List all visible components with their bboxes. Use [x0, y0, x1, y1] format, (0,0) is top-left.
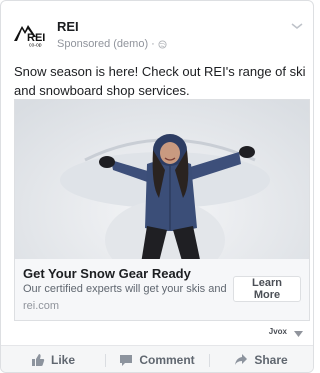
- comment-button[interactable]: Comment: [105, 346, 209, 372]
- globe-icon: [158, 39, 167, 49]
- thumbs-up-icon: [31, 354, 45, 366]
- post-text: Snow season is here! Check out REI's ran…: [14, 64, 306, 98]
- comment-icon: [120, 355, 133, 366]
- post-header: REI co-op REI Sponsored (demo) ·: [1, 1, 313, 61]
- sponsor-mark: Jvox: [268, 327, 287, 336]
- ad-post-card: REI co-op REI Sponsored (demo) · Snow se…: [0, 0, 314, 373]
- rei-logo-icon[interactable]: REI co-op: [14, 23, 50, 47]
- post-footer-tools: Jvox: [1, 327, 313, 343]
- chevron-down-icon[interactable]: [294, 331, 303, 337]
- share-label: Share: [254, 353, 288, 367]
- page-name[interactable]: REI: [57, 19, 79, 34]
- chevron-down-icon[interactable]: [290, 21, 304, 31]
- svg-text:co-op: co-op: [29, 43, 42, 48]
- link-domain: rei.com: [23, 300, 60, 312]
- share-button[interactable]: Share: [209, 346, 313, 372]
- link-preview[interactable]: Get Your Snow Gear Ready Our certified e…: [14, 259, 310, 321]
- like-label: Like: [50, 353, 75, 367]
- link-description: Our certified experts will get your skis…: [23, 283, 229, 295]
- action-bar: Like Comment Share: [1, 345, 313, 372]
- post-meta: Sponsored (demo) ·: [57, 38, 167, 50]
- meta-separator: ·: [151, 38, 155, 50]
- sponsored-label[interactable]: Sponsored (demo): [57, 38, 148, 50]
- like-button[interactable]: Like: [1, 346, 105, 372]
- share-icon: [235, 354, 248, 365]
- comment-label: Comment: [139, 353, 195, 367]
- link-headline[interactable]: Get Your Snow Gear Ready: [23, 266, 191, 281]
- learn-more-button[interactable]: Learn More: [233, 276, 301, 302]
